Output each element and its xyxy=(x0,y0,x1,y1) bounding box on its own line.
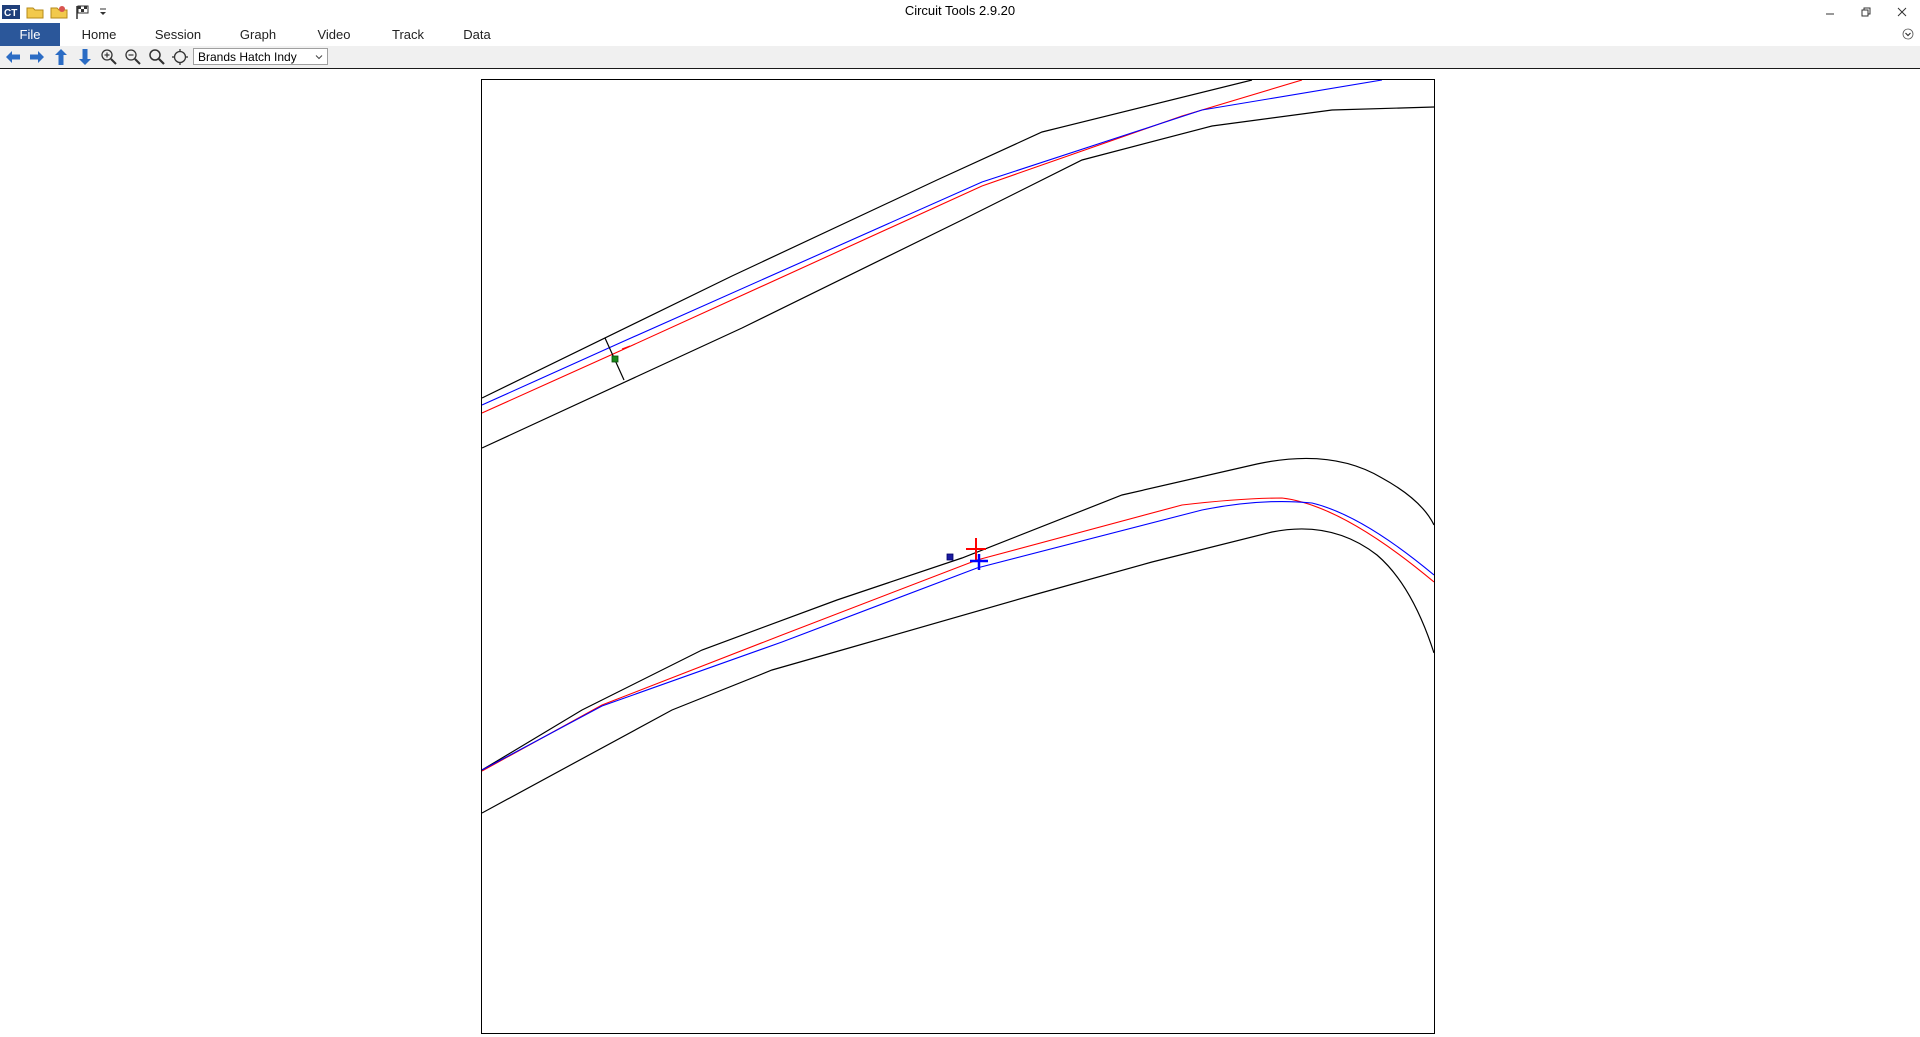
start-finish-marker xyxy=(611,355,619,363)
track-edge-inner xyxy=(482,106,1434,449)
ribbon-tab-bar: File Home Session Graph Video Track Data xyxy=(0,23,1920,47)
tab-file[interactable]: File xyxy=(0,23,60,46)
track-map-canvas[interactable] xyxy=(482,80,1434,1033)
arrow-down-icon[interactable] xyxy=(74,47,96,67)
arrow-up-icon[interactable] xyxy=(50,47,72,67)
restore-icon[interactable] xyxy=(1848,0,1884,23)
minimize-icon[interactable] xyxy=(1812,0,1848,23)
chevron-down-icon[interactable] xyxy=(1902,28,1914,40)
tab-track[interactable]: Track xyxy=(382,23,434,46)
track-select[interactable]: Brands Hatch Indy xyxy=(193,48,328,65)
tab-graph[interactable]: Graph xyxy=(232,23,284,46)
arrow-left-icon[interactable] xyxy=(2,47,24,67)
zoom-out-icon[interactable] xyxy=(122,47,144,67)
track-map-area[interactable] xyxy=(0,69,1920,1037)
tab-video[interactable]: Video xyxy=(308,23,360,46)
zoom-in-icon[interactable] xyxy=(98,47,120,67)
cursor-crosshair-blue xyxy=(970,554,988,570)
zoom-fit-icon[interactable] xyxy=(146,47,168,67)
close-icon[interactable] xyxy=(1884,0,1920,23)
track-select-value: Brands Hatch Indy xyxy=(198,50,297,64)
title-bar: CT Circuit Tools 2.9.20 xyxy=(0,0,1920,23)
lap-line-red-lower xyxy=(482,497,1434,772)
window-controls xyxy=(1812,0,1920,23)
track-edge-outer xyxy=(482,80,1253,399)
lap-line-blue-lower xyxy=(482,500,1434,771)
center-icon[interactable] xyxy=(169,47,191,67)
tab-home[interactable]: Home xyxy=(70,23,128,46)
tab-session[interactable]: Session xyxy=(148,23,208,46)
track-edge-outer-lower xyxy=(482,457,1434,771)
track-map-viewport[interactable] xyxy=(481,79,1435,1034)
chevron-down-icon[interactable] xyxy=(313,51,325,63)
cursor-crosshair-red xyxy=(966,538,986,560)
position-marker-blue-square xyxy=(946,553,954,561)
map-toolbar: Brands Hatch Indy xyxy=(0,46,1920,69)
arrow-right-icon[interactable] xyxy=(26,47,48,67)
tab-data[interactable]: Data xyxy=(452,23,502,46)
track-edge-inner-lower xyxy=(482,528,1434,814)
window-title: Circuit Tools 2.9.20 xyxy=(904,3,1016,18)
lap-line-red xyxy=(482,80,1303,414)
